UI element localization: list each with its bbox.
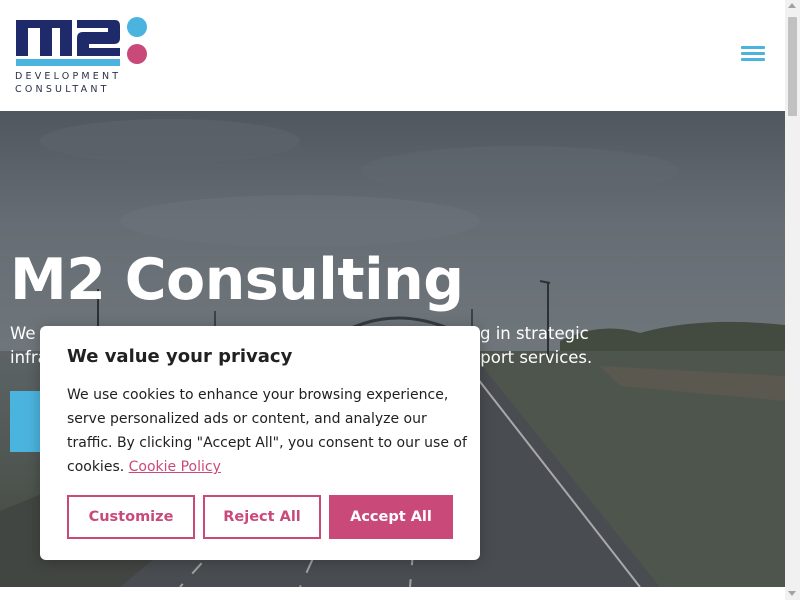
tagline-line1: DEVELOPMENT	[15, 71, 122, 82]
scroll-down-arrow-icon[interactable]	[788, 591, 796, 596]
logo[interactable]: DEVELOPMENT CONSULTANT	[15, 14, 150, 99]
cookie-title: We value your privacy	[67, 346, 293, 367]
m2-logo-mark	[16, 17, 147, 66]
hamburger-menu-icon[interactable]	[741, 46, 765, 66]
hero-title: M2 Consulting	[10, 247, 464, 313]
accept-all-button[interactable]: Accept All	[329, 495, 453, 539]
cookie-body-text: We use cookies to enhance your browsing …	[67, 387, 467, 475]
site-header: DEVELOPMENT CONSULTANT	[0, 0, 785, 111]
cookie-body: We use cookies to enhance your browsing …	[67, 383, 467, 479]
tagline-line2: CONSULTANT	[15, 83, 110, 95]
reject-all-button[interactable]: Reject All	[203, 495, 321, 539]
cookie-policy-link[interactable]: Cookie Policy	[129, 459, 221, 475]
logo-tagline: DEVELOPMENT CONSULTANT	[15, 71, 121, 96]
scroll-thumb[interactable]	[788, 17, 797, 116]
cookie-consent-dialog: We value your privacy We use cookies to …	[40, 326, 480, 560]
page-scrollbar[interactable]	[785, 0, 800, 600]
scroll-up-arrow-icon[interactable]	[788, 3, 796, 8]
customize-button[interactable]: Customize	[67, 495, 195, 539]
